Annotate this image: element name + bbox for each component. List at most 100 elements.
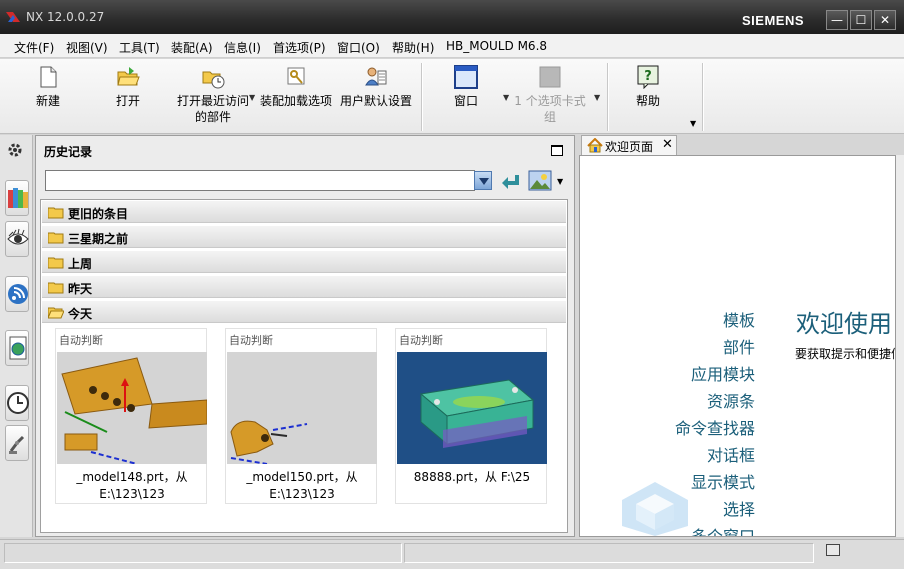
window-button[interactable]: 窗口 <box>452 65 480 109</box>
tabbed-group-button[interactable]: 1 个选项卡式 组 <box>514 65 586 125</box>
resource-system-scenes[interactable] <box>5 425 29 461</box>
help-icon: ? <box>637 65 659 89</box>
welcome-link-applications[interactable]: 应用模块 <box>691 361 755 385</box>
open-recent-button[interactable]: 打开最近访问 的部件 <box>176 65 250 125</box>
ribbon-separator <box>421 63 422 131</box>
history-group-today[interactable]: 今天 <box>42 301 566 323</box>
mold-thumbnail <box>397 352 547 464</box>
welcome-link-display-mode[interactable]: 显示模式 <box>691 469 755 493</box>
back-arrow-icon[interactable] <box>499 172 521 190</box>
group-label: 三星期之前 <box>68 232 129 246</box>
view-style-icon[interactable] <box>528 170 552 191</box>
card-tag: 自动判断 <box>399 334 443 347</box>
welcome-link-dialogs[interactable]: 对话框 <box>707 442 755 466</box>
watermark-cube-logo <box>622 482 688 536</box>
recent-dropdown-arrow[interactable]: ▼ <box>249 93 255 102</box>
history-group-last-week[interactable]: 上周 <box>42 251 566 273</box>
window-dropdown-arrow[interactable]: ▼ <box>503 93 509 102</box>
welcome-link-resource-bar[interactable]: 资源条 <box>707 388 755 412</box>
window-label: 窗口 <box>453 94 478 108</box>
tabbed-group-dropdown-arrow[interactable]: ▼ <box>594 93 600 102</box>
card-tag: 自动判断 <box>229 334 273 347</box>
minimize-button[interactable]: — <box>826 10 848 30</box>
history-group-yesterday[interactable]: 昨天 <box>42 276 566 298</box>
card-name-line1: 88888.prt，从 F:\25 <box>413 470 531 484</box>
recent-label-2: 的部件 <box>194 110 231 124</box>
welcome-link-multiple-windows[interactable]: 多个窗口 <box>691 523 755 536</box>
ribbon-options-arrow[interactable]: ▼ <box>690 119 696 128</box>
menu-view[interactable]: 视图(V) <box>66 39 108 56</box>
gear-icon <box>8 143 22 157</box>
tabbed-group-icon <box>539 66 561 88</box>
history-card-88888[interactable]: 自动判断 88888.prt，从 F:\25 <box>395 328 547 504</box>
welcome-house-icon <box>587 138 603 153</box>
welcome-link-templates[interactable]: 模板 <box>723 307 755 331</box>
history-card-model148[interactable]: 自动判断 _model148.prt，从 E:\123\123 <box>55 328 207 504</box>
new-label: 新建 <box>35 94 60 108</box>
close-button[interactable]: ✕ <box>874 10 896 30</box>
maximize-button[interactable]: ☐ <box>850 10 872 30</box>
menu-preferences[interactable]: 首选项(P) <box>273 39 326 56</box>
status-bar <box>0 539 904 569</box>
open-button[interactable]: 打开 <box>110 65 146 109</box>
chevron-down-icon <box>479 178 489 185</box>
card-name-line1: _model150.prt，从 <box>246 470 358 484</box>
history-list: 更旧的条目 三星期之前 上周 昨天 今天 自动判断 _model148.prt，… <box>40 199 568 533</box>
rss-feed-icon <box>8 284 28 304</box>
tab-label: 欢迎页面 <box>605 140 654 154</box>
welcome-link-selection[interactable]: 选择 <box>723 496 755 520</box>
part-thumbnail <box>57 352 207 464</box>
open-folder-icon <box>48 307 64 319</box>
welcome-link-command-finder[interactable]: 命令查找器 <box>675 415 755 439</box>
history-title: 历史记录 <box>44 145 93 159</box>
books-icon <box>8 188 28 208</box>
status-cue-area <box>4 543 402 563</box>
user-defaults-icon <box>365 67 387 86</box>
panel-maximize-icon[interactable] <box>551 145 563 156</box>
menu-window[interactable]: 窗口(O) <box>337 39 380 56</box>
menu-assembly[interactable]: 装配(A) <box>171 39 213 56</box>
menu-help[interactable]: 帮助(H) <box>392 39 434 56</box>
new-file-icon <box>40 66 57 88</box>
tab-close-icon[interactable]: ✕ <box>662 137 673 152</box>
new-button[interactable]: 新建 <box>30 65 66 109</box>
history-search-input[interactable] <box>45 170 475 191</box>
help-label: 帮助 <box>635 94 660 108</box>
resource-bar-settings[interactable] <box>5 137 29 163</box>
svg-text:?: ? <box>644 69 652 84</box>
menu-hb-mould[interactable]: HB_MOULD M6.8 <box>446 39 547 53</box>
full-screen-icon[interactable] <box>826 544 840 556</box>
view-style-dropdown-arrow[interactable]: ▼ <box>557 177 563 186</box>
resource-web-browser[interactable] <box>5 330 29 366</box>
part-thumbnail <box>227 352 377 464</box>
clock-icon <box>7 392 29 414</box>
tab-welcome-page[interactable]: 欢迎页面 ✕ <box>581 135 677 155</box>
web-page-icon <box>9 336 27 360</box>
menu-file[interactable]: 文件(F) <box>14 39 54 56</box>
title-bar: NX 12.0.0.27 SIEMENS — ☐ ✕ <box>0 0 904 34</box>
welcome-scrollbar[interactable] <box>896 155 904 537</box>
folder-icon <box>48 207 64 219</box>
recent-label-1: 打开最近访问 <box>176 94 249 108</box>
history-group-older[interactable]: 更旧的条目 <box>42 201 566 223</box>
menu-tools[interactable]: 工具(T) <box>119 39 160 56</box>
history-card-model150[interactable]: 自动判断 _model150.prt，从 E:\123\123 <box>225 328 377 504</box>
user-defaults-label: 用户默认设置 <box>340 94 413 108</box>
document-tab-strip: 欢迎页面 ✕ <box>578 135 904 155</box>
resource-role[interactable] <box>5 221 29 257</box>
history-search-dropdown[interactable] <box>474 171 492 190</box>
menu-bar: 文件(F) 视图(V) 工具(T) 装配(A) 信息(I) 首选项(P) 窗口(… <box>0 34 904 58</box>
help-button[interactable]: ? 帮助 <box>634 65 662 109</box>
welcome-link-parts[interactable]: 部件 <box>723 334 755 358</box>
user-defaults-button[interactable]: 用户默认设置 <box>340 65 412 109</box>
assembly-load-options-button[interactable]: 装配加载选项 <box>260 65 332 109</box>
resource-assembly-navigator[interactable] <box>5 180 29 216</box>
window-title: NX 12.0.0.27 <box>26 10 105 24</box>
menu-info[interactable]: 信息(I) <box>224 39 261 56</box>
resource-feeds[interactable] <box>5 276 29 312</box>
folder-icon <box>48 257 64 269</box>
card-name-line1: _model148.prt，从 <box>76 470 188 484</box>
resource-history[interactable] <box>5 385 29 421</box>
group-label: 上周 <box>68 257 93 271</box>
history-group-three-weeks[interactable]: 三星期之前 <box>42 226 566 248</box>
